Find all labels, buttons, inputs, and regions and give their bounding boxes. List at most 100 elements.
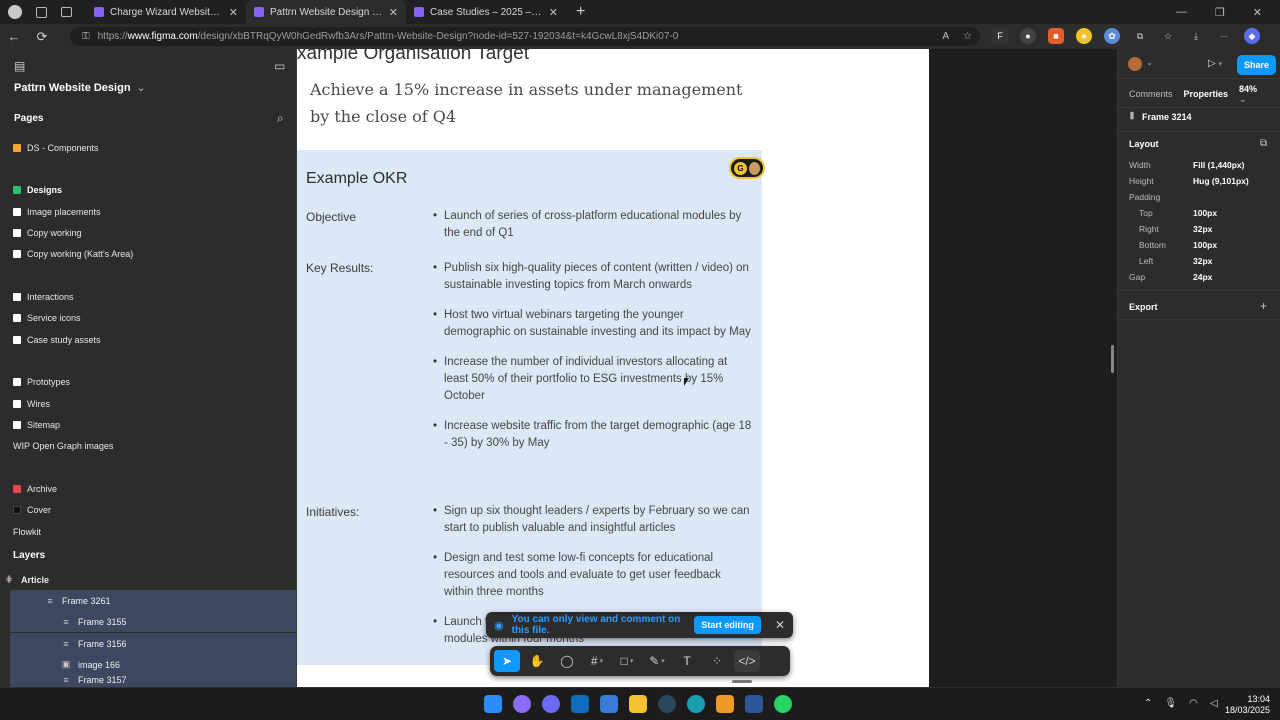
windows-start-icon[interactable] xyxy=(484,695,502,713)
close-window-icon[interactable]: ✕ xyxy=(1253,6,1262,19)
avatar[interactable] xyxy=(1128,57,1142,71)
page-item-interactions[interactable]: Interactions xyxy=(13,290,74,304)
page-item-prototypes[interactable]: Prototypes xyxy=(13,375,70,389)
eye-icon: ◉ xyxy=(494,619,504,632)
design-canvas[interactable]: xample Organisation Target Achieve a 15%… xyxy=(297,49,1117,687)
share-button[interactable]: Share xyxy=(1237,55,1277,75)
extension-icon[interactable]: ✿ xyxy=(1104,28,1120,44)
system-clock[interactable]: 13:04 18/03/2025 xyxy=(1222,694,1270,716)
collaborator-avatars[interactable]: G xyxy=(729,157,765,179)
close-tab-icon[interactable]: ✕ xyxy=(229,6,238,19)
favorite-star-icon[interactable]: ☆ xyxy=(963,31,972,42)
resources-icon[interactable]: ⁘ xyxy=(704,650,730,672)
panel-resize-handle[interactable] xyxy=(1111,345,1114,373)
page-item-wip-open-graph[interactable]: WIP Open Graph images xyxy=(13,439,113,453)
sidebar-toggle-icon[interactable]: ▭ xyxy=(274,59,285,73)
comment-tool-icon[interactable]: ◯ xyxy=(554,650,580,672)
figma-menu-icon[interactable]: ▤ xyxy=(14,59,25,73)
steam-icon[interactable] xyxy=(658,695,676,713)
page-item-image-placements[interactable]: Image placements xyxy=(13,205,101,219)
zoom-level[interactable]: 84% ⌄ xyxy=(1239,84,1280,105)
extension-icon[interactable]: ■ xyxy=(1048,28,1064,44)
chevron-up-icon[interactable]: ⌃ xyxy=(1144,698,1152,709)
frame-tool-icon[interactable]: # ▾ xyxy=(584,650,610,672)
page-item-case-study-assets[interactable]: Case study assets xyxy=(13,333,101,347)
move-tool-icon[interactable]: ➤ xyxy=(494,650,520,672)
artboard-frame[interactable]: xample Organisation Target Achieve a 15%… xyxy=(297,49,929,687)
browser-tab-1[interactable]: Pattrn Website Design – Figma✕ xyxy=(246,0,406,24)
close-tab-icon[interactable]: ✕ xyxy=(389,6,398,19)
okr-card[interactable]: Example OKR Objective Launch of series o… xyxy=(297,150,762,665)
back-icon[interactable]: ← xyxy=(0,29,28,44)
page-item-cover[interactable]: Cover xyxy=(13,503,51,517)
left-sidebar: ▤ ▭ Pattrn Website Design ⌄ Pages ⌕ DS - … xyxy=(0,49,297,687)
browser-tab-0[interactable]: Charge Wizard Website – Figma✕ xyxy=(86,0,246,24)
layer-item-frame-3157[interactable]: ≡ Frame 3157 xyxy=(10,675,296,687)
hand-tool-icon[interactable]: ✋ xyxy=(524,650,550,672)
explorer-icon[interactable] xyxy=(629,695,647,713)
search-icon[interactable]: ⌕ xyxy=(277,111,284,126)
page-item-wires[interactable]: Wires xyxy=(13,397,50,411)
extension-icons: F ● ■ ● ✿ ⧉ ☆ ⤓ ⋯ ◆ xyxy=(992,28,1260,44)
minimize-icon[interactable]: — xyxy=(1176,6,1187,19)
github-icon[interactable] xyxy=(542,695,560,713)
close-icon[interactable]: ✕ xyxy=(775,618,785,632)
extension-icon[interactable]: ● xyxy=(1076,28,1092,44)
new-tab-button[interactable]: + xyxy=(566,3,585,21)
dev-mode-icon[interactable]: </> xyxy=(734,650,760,672)
word-icon[interactable] xyxy=(745,695,763,713)
volume-icon[interactable]: ◁ xyxy=(1210,698,1218,709)
layer-item-article[interactable]: ⋕ Article xyxy=(3,569,289,590)
text-tool-icon[interactable]: T xyxy=(674,650,700,672)
pen-tool-icon[interactable]: ✎ ▾ xyxy=(644,650,670,672)
more-menu-icon[interactable]: ⋯ xyxy=(1216,28,1232,44)
tab-comments[interactable]: Comments xyxy=(1118,89,1184,99)
layer-item-image-166[interactable]: ▣ image 166 xyxy=(10,654,296,675)
extension-icon[interactable]: ● xyxy=(1020,28,1036,44)
page-item-copy-working-katt[interactable]: Copy working (Katt's Area) xyxy=(13,247,133,261)
add-export-icon[interactable]: + xyxy=(1260,299,1267,313)
avatar xyxy=(749,161,760,175)
maximize-icon[interactable]: ❐ xyxy=(1215,6,1225,19)
copilot-icon[interactable]: ◆ xyxy=(1244,28,1260,44)
copy-css-icon[interactable]: ⧉ xyxy=(1260,138,1267,149)
close-tab-icon[interactable]: ✕ xyxy=(549,6,558,19)
sublime-icon[interactable] xyxy=(716,695,734,713)
tab-properties[interactable]: Properties xyxy=(1184,89,1240,99)
horizontal-scrollbar[interactable] xyxy=(732,680,752,683)
address-bar[interactable]: ⚿ https://www.figma.com/design/xbBTRqQyW… xyxy=(70,27,980,46)
present-play-icon[interactable]: ▷ ▾ xyxy=(1208,58,1222,69)
edge-icon[interactable] xyxy=(687,695,705,713)
outlook-icon[interactable] xyxy=(571,695,589,713)
workspaces-icon[interactable] xyxy=(36,6,47,18)
chevron-down-icon[interactable]: ⌄ xyxy=(1146,58,1153,67)
page-item-designs[interactable]: Designs xyxy=(13,183,62,197)
page-item-sitemap[interactable]: Sitemap xyxy=(13,418,60,432)
page-item-copy-working[interactable]: Copy working xyxy=(13,226,82,240)
refresh-icon[interactable]: ⟳ xyxy=(28,29,56,45)
page-item-archive[interactable]: Archive xyxy=(13,482,57,496)
favorites-icon[interactable]: ☆ xyxy=(1160,28,1176,44)
copilot-icon[interactable] xyxy=(513,695,531,713)
whatsapp-icon[interactable] xyxy=(774,695,792,713)
store-icon[interactable] xyxy=(600,695,618,713)
start-editing-button[interactable]: Start editing xyxy=(694,616,761,634)
page-item-flowkit[interactable]: Flowkit xyxy=(13,525,41,539)
page-item-ds-components[interactable]: DS - Components xyxy=(13,141,99,155)
read-aloud-icon[interactable]: A xyxy=(942,31,949,42)
layer-item-frame-3155[interactable]: ≡ Frame 3155 xyxy=(10,611,296,632)
extensions-puzzle-icon[interactable]: ⧉ xyxy=(1132,28,1148,44)
layer-item-frame-3156[interactable]: ≡ Frame 3156 xyxy=(10,633,296,654)
profile-icon[interactable] xyxy=(8,5,22,19)
extension-icon[interactable]: F xyxy=(992,28,1008,44)
shape-tool-icon[interactable]: □ ▾ xyxy=(614,650,640,672)
wifi-icon[interactable]: ◠ xyxy=(1189,698,1198,709)
browser-tab-2[interactable]: Case Studies – 2025 – Figma✕ xyxy=(406,0,566,24)
tab-actions-icon[interactable] xyxy=(61,7,72,17)
microphone-icon[interactable]: 🎙 xyxy=(1164,698,1177,709)
layer-item-frame-3261[interactable]: ≡ Frame 3261 xyxy=(10,590,296,611)
downloads-icon[interactable]: ⤓ xyxy=(1188,28,1204,44)
page-item-service-icons[interactable]: Service icons xyxy=(13,311,81,325)
project-name[interactable]: Pattrn Website Design ⌄ xyxy=(14,81,146,94)
padding-bottom-property: Bottom 100px xyxy=(1139,240,1218,250)
